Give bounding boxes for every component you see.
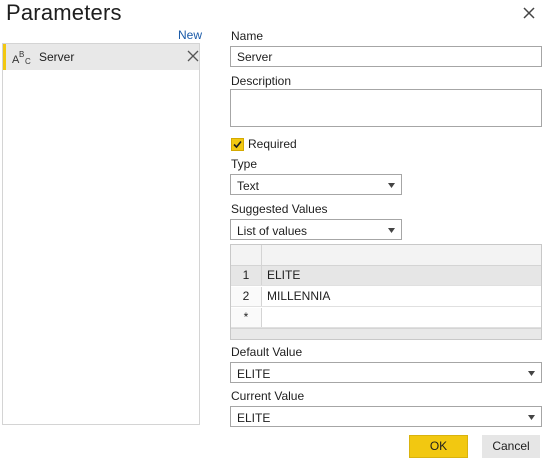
checkmark-icon <box>233 140 242 149</box>
chevron-down-icon <box>388 183 395 188</box>
type-label: Type <box>231 157 258 171</box>
remove-icon[interactable] <box>187 50 199 62</box>
row-number: * <box>231 308 262 327</box>
chevron-down-icon <box>528 415 535 420</box>
suggested-values-select-value: List of values <box>237 224 308 238</box>
type-select[interactable]: Text <box>230 174 402 195</box>
required-checkbox[interactable] <box>231 138 244 151</box>
default-value-select[interactable]: ELITE <box>230 362 542 383</box>
description-input[interactable] <box>230 89 542 127</box>
new-parameter-link[interactable]: New <box>178 28 202 42</box>
table-row[interactable]: 2 MILLENNIA <box>231 287 541 307</box>
close-icon[interactable] <box>522 6 536 20</box>
current-value-select[interactable]: ELITE <box>230 406 542 427</box>
current-value-label: Current Value <box>231 389 305 403</box>
value-cell[interactable]: MILLENNIA <box>267 287 330 306</box>
row-number: 2 <box>231 287 262 306</box>
type-select-value: Text <box>237 179 260 193</box>
suggested-values-select[interactable]: List of values <box>230 219 402 240</box>
table-row[interactable]: 1 ELITE <box>231 266 541 286</box>
ok-button[interactable]: OK <box>409 435 468 458</box>
parameter-list: A B C Server <box>2 43 200 425</box>
grid-footer <box>231 328 541 339</box>
chevron-down-icon <box>528 371 535 376</box>
suggested-values-label: Suggested Values <box>231 202 328 216</box>
dialog-title: Parameters <box>6 0 122 25</box>
chevron-down-icon <box>388 228 395 233</box>
table-row[interactable]: * <box>231 308 541 328</box>
default-value-select-value: ELITE <box>237 367 271 381</box>
grid-corner <box>231 245 262 265</box>
svg-text:C: C <box>25 57 31 65</box>
svg-text:B: B <box>19 50 24 59</box>
description-label: Description <box>231 74 292 88</box>
grid-header <box>231 245 541 266</box>
required-label: Required <box>248 137 297 151</box>
parameter-list-item[interactable]: A B C Server <box>3 44 199 70</box>
cancel-button[interactable]: Cancel <box>482 435 540 458</box>
value-cell[interactable]: ELITE <box>267 266 300 285</box>
current-value-select-value: ELITE <box>237 411 271 425</box>
abc-text-icon: A B C <box>12 50 31 65</box>
suggested-values-grid: 1 ELITE 2 MILLENNIA * <box>230 244 542 340</box>
name-input[interactable] <box>230 46 542 67</box>
name-label: Name <box>231 29 264 43</box>
row-number: 1 <box>231 266 262 285</box>
default-value-label: Default Value <box>231 345 303 359</box>
parameter-item-label: Server <box>39 50 75 64</box>
